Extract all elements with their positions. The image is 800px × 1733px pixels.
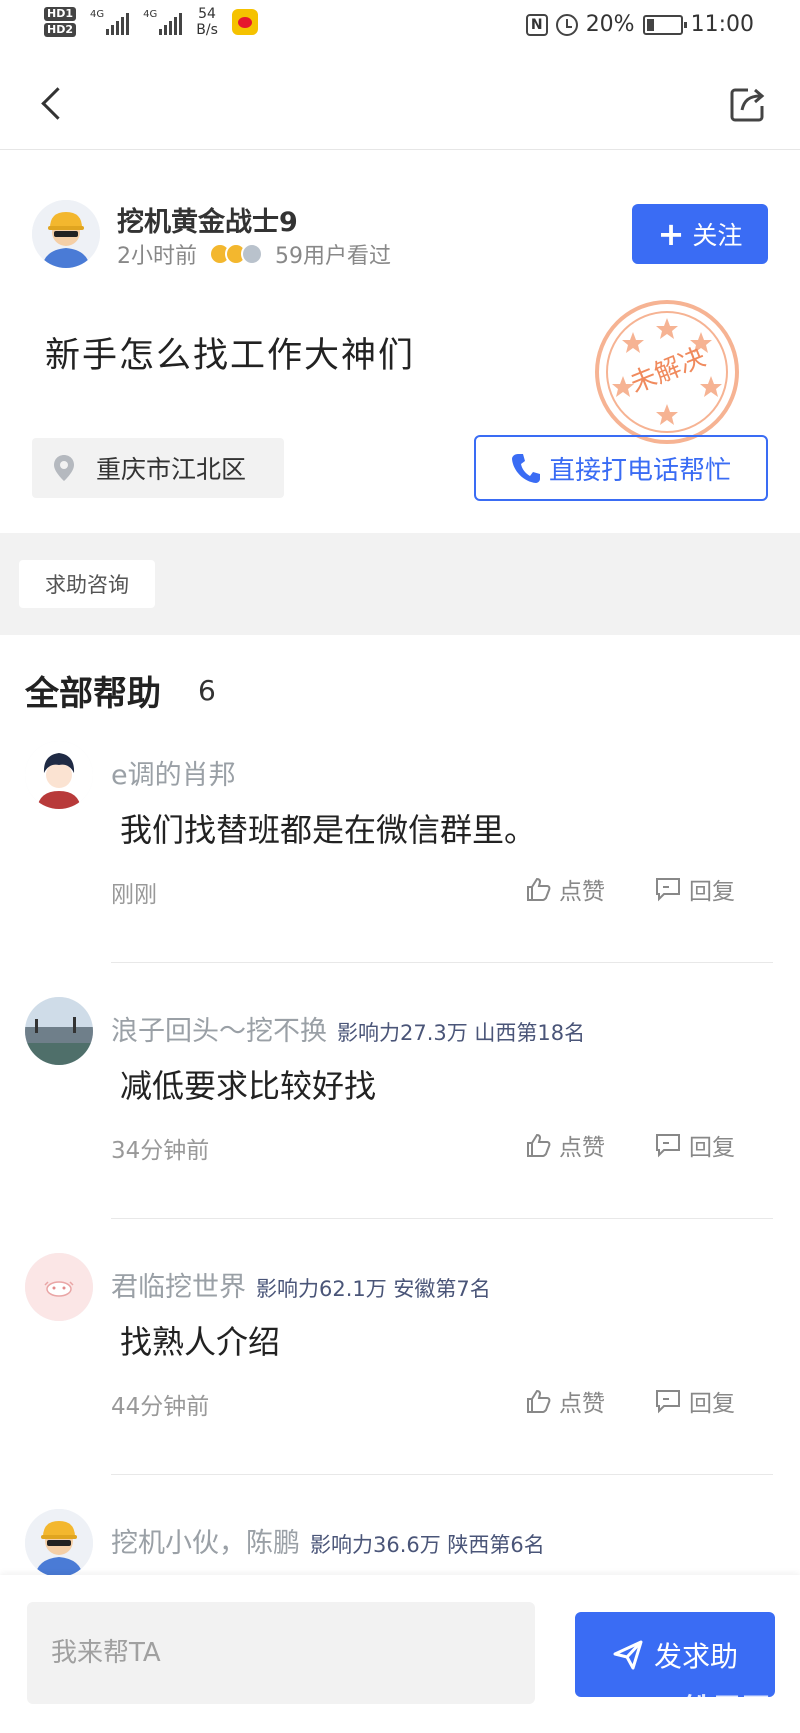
- reply-button[interactable]: 回复: [655, 1384, 735, 1418]
- comment-icon: [656, 878, 680, 902]
- influence-badge: 影响力62.1万 安徽第7名: [256, 1277, 491, 1301]
- view-count: 59用户看过: [275, 244, 391, 269]
- location-chip[interactable]: 重庆市江北区: [32, 438, 284, 498]
- answer-author[interactable]: 君临挖世界 影响力62.1万 安徽第7名: [111, 1265, 491, 1304]
- answers-section-title: 全部帮助: [25, 674, 161, 714]
- influence-badge: 影响力27.3万 山西第18名: [337, 1021, 586, 1045]
- like-label: 点赞: [559, 879, 605, 905]
- like-label: 点赞: [559, 1391, 605, 1417]
- send-label: 发求助: [653, 1639, 738, 1673]
- thumbs-up-icon: [527, 1389, 551, 1413]
- posted-time: 2小时前: [117, 244, 197, 269]
- top-nav: [0, 56, 800, 150]
- divider: [111, 1218, 773, 1219]
- answer-avatar[interactable]: [25, 741, 93, 809]
- location-text: 重庆市江北区: [96, 455, 247, 484]
- signal-icon-2: 4G: [143, 9, 183, 35]
- comment-icon: [656, 1390, 680, 1414]
- send-help-button[interactable]: 发求助: [575, 1612, 775, 1697]
- answer-author[interactable]: 挖机小伙，陈鹏 影响力36.6万 陕西第6名: [111, 1521, 545, 1560]
- answer-author[interactable]: e调的肖邦: [111, 753, 236, 792]
- battery-percent: 20%: [585, 12, 635, 37]
- comment-icon: [656, 1134, 680, 1158]
- send-icon: [613, 1640, 643, 1669]
- follow-label: 关注: [692, 221, 743, 250]
- status-bar: HD1 HD2 4G 4G 54 B/s N 20% 11:00: [0, 0, 800, 56]
- phone-icon: [511, 454, 540, 483]
- call-help-button[interactable]: 直接打电话帮忙: [474, 435, 768, 501]
- category-tag[interactable]: 求助咨询: [19, 560, 155, 608]
- answer-text: 找熟人介绍: [120, 1323, 281, 1361]
- author-avatar[interactable]: [32, 200, 100, 268]
- answer-text: 减低要求比较好找: [120, 1067, 377, 1105]
- divider: [111, 962, 773, 963]
- bottom-bar: 发求助 铁甲网: [0, 1575, 800, 1733]
- follow-button[interactable]: + 关注: [632, 204, 768, 264]
- author-name[interactable]: 挖机黄金战士9: [117, 200, 298, 239]
- like-label: 点赞: [559, 1135, 605, 1161]
- like-button[interactable]: 点赞: [525, 1128, 605, 1162]
- signal-icon-1: 4G: [90, 9, 130, 35]
- answer-author[interactable]: 浪子回头～挖不换 影响力27.3万 山西第18名: [111, 1009, 585, 1048]
- answer-text: 我们找替班都是在微信群里。: [120, 811, 537, 849]
- plus-icon: +: [657, 215, 685, 253]
- answer-avatar[interactable]: [25, 1253, 93, 1321]
- alarm-icon: [555, 13, 578, 36]
- nfc-icon: N: [525, 13, 548, 36]
- location-pin-icon: [54, 455, 74, 481]
- reply-label: 回复: [689, 1135, 735, 1161]
- like-button[interactable]: 点赞: [525, 1384, 605, 1418]
- hd-voice-icon: HD1 HD2: [44, 7, 76, 37]
- influence-badge: 影响力36.6万 陕西第6名: [310, 1533, 545, 1557]
- call-label: 直接打电话帮忙: [548, 455, 731, 486]
- viewer-avatars: [209, 243, 263, 265]
- site-watermark: 铁甲网: [684, 1692, 772, 1725]
- like-button[interactable]: 点赞: [525, 872, 605, 906]
- network-speed: 54 B/s: [196, 6, 218, 38]
- reply-button[interactable]: 回复: [655, 872, 735, 906]
- reply-label: 回复: [689, 1391, 735, 1417]
- answers-count: 6: [198, 674, 216, 707]
- divider: [111, 1474, 773, 1475]
- reply-label: 回复: [689, 879, 735, 905]
- answer-avatar[interactable]: [25, 1509, 93, 1577]
- weibo-notification-icon: [231, 9, 258, 35]
- battery-icon: [642, 14, 687, 35]
- reply-button[interactable]: 回复: [655, 1128, 735, 1162]
- back-icon[interactable]: [36, 84, 76, 124]
- answer-time: 34分钟前: [111, 1138, 210, 1164]
- post-meta: 2小时前 59用户看过: [117, 238, 391, 270]
- post-title: 新手怎么找工作大神们: [45, 336, 416, 376]
- share-icon[interactable]: [726, 82, 770, 126]
- thumbs-up-icon: [527, 1133, 551, 1157]
- answer-avatar[interactable]: [25, 997, 93, 1065]
- help-input[interactable]: [27, 1602, 535, 1704]
- answer-time: 刚刚: [111, 882, 157, 908]
- thumbs-up-icon: [527, 877, 551, 901]
- answer-time: 44分钟前: [111, 1394, 210, 1420]
- clock: 11:00: [690, 12, 754, 37]
